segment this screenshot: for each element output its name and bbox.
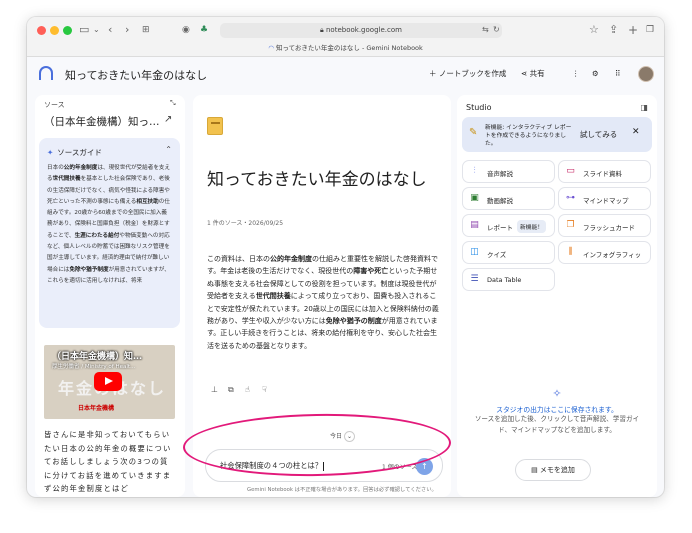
table-icon: ☰ — [470, 274, 479, 284]
close-icon[interactable]: ✕ — [632, 127, 640, 137]
quiz-icon: ◫ — [470, 247, 479, 257]
studio-empty-description: ソースを追加した後、クリックして音声解説、学習ガイド、マインドマップなどを追加し… — [474, 415, 640, 434]
open-external-icon[interactable]: ↗ — [164, 114, 172, 125]
notebook-meta: 1 件のソース・2026/09/25 — [207, 220, 284, 227]
new-tab-icon[interactable]: + — [628, 22, 638, 38]
play-icon[interactable] — [94, 372, 122, 391]
new-badge: 新機能！ — [517, 220, 547, 233]
tab-title[interactable]: ◠ 知っておきたい年金のはなし - Gemini Notebook — [27, 43, 664, 53]
tile-infographic[interactable]: ⫼ インフォグラフィッ — [558, 241, 651, 264]
plus-icon: ＋ — [429, 69, 439, 78]
tile-video-overview[interactable]: ▣ 動画解説 — [462, 187, 555, 210]
disclaimer-text: Gemini Notebook は不正確な場合があります。回答は必ず確認してくだ… — [247, 487, 437, 493]
chat-notebook-title: 知っておきたい年金のはなし — [207, 170, 427, 190]
source-guide-header[interactable]: ✦ ソースガイド — [47, 147, 102, 158]
close-window-button[interactable] — [37, 26, 46, 35]
source-guide: ✦ ソースガイド ⌃ 日本の公的年金制度は、現役世代が受給者を支える世代間扶養を基… — [39, 138, 180, 328]
thumbs-up-icon[interactable]: ☝ — [245, 385, 262, 394]
notebook-title[interactable]: 知っておきたい年金のはなし — [65, 67, 207, 83]
sparkle-icon: ✦ — [47, 148, 54, 157]
date-divider: 今日 ⌄ — [330, 431, 356, 442]
reload-icon[interactable]: ↻ — [493, 22, 500, 38]
notebook-summary: この資料は、日本の公的年金制度の仕組みと重要性を解説した啓発資料です。年金は老後… — [207, 255, 439, 350]
banner-text: 新機能: インタラクティブ レポートを作成できるようになりました。 — [485, 125, 572, 147]
create-notebook-button[interactable]: ＋ ノートブックを作成 — [429, 68, 506, 80]
browser-window: ▭ ⌄ ‹ › ⊞ ◉ ♣ ▤ 🔒︎ notebook.google.com ⇆… — [27, 17, 664, 497]
tile-report[interactable]: ▤ レポート 新機能！ — [462, 214, 555, 237]
maximize-window-button[interactable] — [63, 26, 72, 35]
video-logo: 日本年金機構 — [78, 405, 115, 412]
browser-toolbar: ▭ ⌄ ‹ › ⊞ ◉ ♣ ▤ 🔒︎ notebook.google.com ⇆… — [27, 17, 664, 57]
chat-input[interactable]: 社会保障制度の４つの柱とは？ 1 個のソース ↑ — [205, 449, 443, 482]
collapse-studio-icon[interactable]: ◨ — [640, 103, 648, 112]
share-button[interactable]: ⋖ 共有 — [521, 68, 545, 80]
summary-actions: ⊥ ⧉ ☝ ☟ — [211, 385, 279, 395]
collapse-panel-icon[interactable]: ⤡ — [170, 99, 176, 108]
new-feature-banner: ✎ 新機能: インタラクティブ レポートを作成できるようになりました。 試してみ… — [462, 117, 652, 152]
report-icon: ▤ — [470, 220, 479, 230]
chat-input-text[interactable]: 社会保障制度の４つの柱とは？ — [220, 461, 325, 471]
url-text: notebook.google.com — [326, 26, 402, 34]
sources-label: ソース — [44, 101, 65, 109]
copy-icon[interactable]: ⧉ — [228, 385, 245, 395]
scroll-down-icon[interactable]: ⌄ — [344, 431, 356, 442]
sparkle-wand-icon: ✧ — [552, 387, 562, 400]
settings-icon[interactable]: ⚙ — [592, 68, 599, 80]
avatar[interactable] — [638, 66, 654, 82]
tab-overview-icon[interactable]: ⊞ — [142, 22, 150, 38]
source-title[interactable]: （日本年金機構）知っ… — [44, 114, 160, 129]
studio-empty-title: スタジオの出力はここに保存されます。 — [496, 406, 618, 414]
transcript-text: 皆さんに是非知っておいてもらいたい日本の公的年金の概要についてお話ししましょう次… — [44, 430, 172, 493]
video-icon: ▣ — [470, 193, 479, 203]
try-it-button[interactable]: 試してみる — [580, 129, 617, 140]
memo-icon: ▤ — [531, 466, 540, 474]
mindmap-icon: ⊶ — [566, 193, 575, 203]
flashcard-icon: ❐ — [566, 220, 575, 230]
notebook-emoji-icon — [207, 117, 223, 135]
sources-panel: ソース ⤡ （日本年金機構）知っ… ↗ ✦ ソースガイド ⌃ 日本の公的年金制度は… — [35, 95, 185, 497]
app-header: 知っておきたい年金のはなし ＋ ノートブックを作成 ⋖ 共有 ⋮ ⚙ ⠿ — [27, 57, 664, 95]
tabs-icon[interactable]: ❐ — [646, 22, 654, 38]
tile-slides[interactable]: ▭ スライド資料 — [558, 160, 651, 183]
video-thumbnail[interactable]: （日本年金機構）知… 厚生労働省 / Ministry of Healt… 年金… — [44, 345, 175, 419]
back-icon[interactable]: ‹ — [108, 22, 112, 38]
chat-panel: 知っておきたい年金のはなし 1 件のソース・2026/09/25 この資料は、日… — [193, 95, 451, 497]
source-guide-text: 日本の公的年金制度は、現役世代が受給者を支える世代間扶養を基本とした社会保険であ… — [47, 165, 171, 284]
tile-quiz[interactable]: ◫ クイズ — [462, 241, 555, 264]
tile-audio-overview[interactable]: ⫶ 音声解説 — [462, 160, 555, 183]
forward-icon[interactable]: › — [125, 22, 129, 38]
studio-label: Studio — [466, 103, 492, 112]
tile-mind-map[interactable]: ⊶ マインドマップ — [558, 187, 651, 210]
notebook-logo-icon[interactable] — [39, 66, 53, 80]
infographic-icon: ⫼ — [568, 247, 573, 257]
slides-icon: ▭ — [566, 166, 575, 176]
notebook-favicon-icon: ◠ — [268, 44, 276, 52]
video-channel: 厚生労働省 / Ministry of Healt… — [52, 364, 136, 370]
tile-flashcards[interactable]: ❐ フラッシュカード — [558, 214, 651, 237]
source-count: 1 個のソース — [382, 464, 418, 471]
tile-data-table[interactable]: ☰ Data Table — [462, 268, 555, 291]
pin-icon[interactable]: ⊥ — [211, 385, 228, 394]
minimize-window-button[interactable] — [50, 26, 59, 35]
studio-panel: Studio ◨ ✎ 新機能: インタラクティブ レポートを作成できるようになり… — [457, 95, 657, 497]
translate-icon[interactable]: ⇆ — [482, 22, 489, 38]
star-icon[interactable]: ☆ — [589, 22, 599, 38]
apps-grid-icon[interactable]: ⠿ — [615, 68, 621, 80]
add-memo-button[interactable]: ▤ メモを追加 — [515, 459, 591, 481]
extension-icon[interactable]: ◉ — [182, 22, 190, 38]
chevron-up-icon[interactable]: ⌃ — [165, 145, 172, 154]
sidebar-toggle-icon[interactable]: ▭ — [79, 22, 89, 38]
share-icon: ⋖ — [521, 69, 530, 78]
send-button[interactable]: ↑ — [416, 458, 433, 475]
more-options-icon[interactable]: ⋮ — [572, 68, 580, 80]
audio-icon: ⫶ — [473, 166, 476, 176]
chevron-down-icon[interactable]: ⌄ — [93, 22, 100, 38]
video-title: （日本年金機構）知… — [52, 352, 143, 362]
report-feature-icon: ✎ — [469, 127, 478, 138]
address-bar[interactable]: 🔒︎ notebook.google.com — [220, 23, 502, 38]
thumbs-down-icon[interactable]: ☟ — [262, 385, 279, 394]
share-icon[interactable]: ⇪ — [609, 22, 618, 38]
evernote-icon[interactable]: ♣ — [200, 22, 208, 38]
text-caret — [323, 461, 325, 471]
